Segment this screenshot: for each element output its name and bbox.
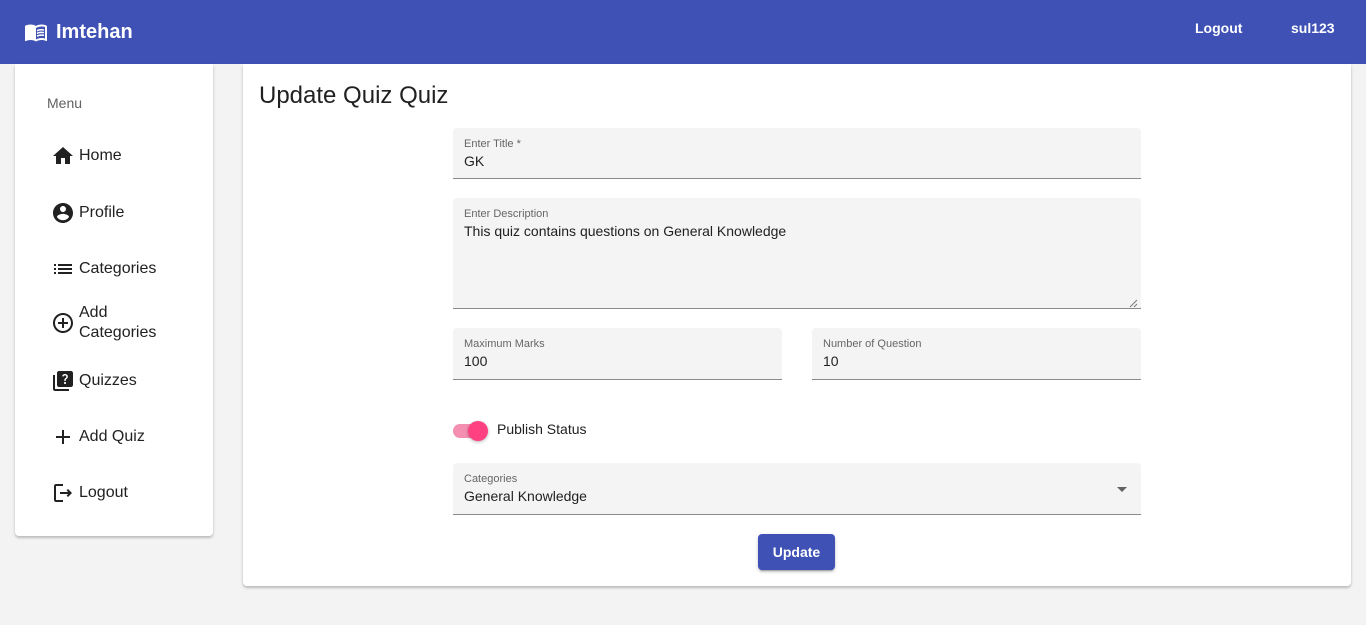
- sidebar-item-categories[interactable]: Categories: [51, 257, 201, 281]
- sidebar-item-logout[interactable]: Logout: [51, 481, 201, 505]
- brand[interactable]: Imtehan: [24, 18, 133, 46]
- resize-grip-icon[interactable]: [1128, 295, 1138, 308]
- sidebar: Menu Home Profile Categories Add Categor…: [15, 64, 213, 536]
- quiz-icon: [51, 369, 75, 393]
- list-icon: [51, 257, 75, 281]
- title-field-value[interactable]: GK: [464, 153, 484, 169]
- main-card: Update Quiz Quiz Enter Title * GK Enter …: [243, 64, 1351, 586]
- description-field-value[interactable]: This quiz contains questions on General …: [464, 223, 786, 239]
- sidebar-item-label: Logout: [79, 484, 128, 501]
- category-select-value: General Knowledge: [464, 488, 587, 504]
- description-field-label: Enter Description: [464, 208, 549, 220]
- sidebar-item-label: Profile: [79, 204, 125, 221]
- home-icon: [51, 144, 75, 168]
- sidebar-item-label: Quizzes: [79, 372, 137, 389]
- max-marks-label: Maximum Marks: [464, 338, 545, 350]
- header-logout-button[interactable]: Logout: [1195, 20, 1242, 36]
- dropdown-arrow-icon[interactable]: [1117, 487, 1127, 492]
- sidebar-item-label: Add Quiz: [79, 428, 145, 445]
- num-questions-field[interactable]: Number of Question 10: [812, 328, 1141, 380]
- book-icon: [24, 20, 48, 44]
- max-marks-value[interactable]: 100: [464, 353, 487, 369]
- publish-toggle[interactable]: [453, 419, 493, 443]
- sidebar-item-add-quiz[interactable]: Add Quiz: [51, 425, 201, 449]
- top-toolbar: Imtehan Logout sul123: [0, 0, 1366, 64]
- account-circle-icon: [51, 201, 75, 225]
- category-select-label: Categories: [464, 473, 518, 485]
- sidebar-item-home[interactable]: Home: [51, 144, 201, 168]
- add-circle-outline-icon: [51, 311, 75, 335]
- title-field-label: Enter Title *: [464, 138, 521, 150]
- num-questions-label: Number of Question: [823, 338, 922, 350]
- sidebar-item-quizzes[interactable]: Quizzes: [51, 369, 201, 393]
- username-button[interactable]: sul123: [1291, 20, 1335, 36]
- title-field[interactable]: Enter Title * GK: [453, 128, 1141, 179]
- max-marks-field[interactable]: Maximum Marks 100: [453, 328, 782, 380]
- description-field[interactable]: Enter Description This quiz contains que…: [453, 198, 1141, 309]
- sidebar-item-label: Home: [79, 147, 122, 164]
- sidebar-item-profile[interactable]: Profile: [51, 201, 201, 225]
- num-questions-value[interactable]: 10: [823, 353, 839, 369]
- toggle-thumb[interactable]: [468, 421, 488, 441]
- menu-title: Menu: [47, 95, 83, 111]
- page-title: Update Quiz Quiz: [259, 82, 449, 109]
- brand-name: Imtehan: [56, 20, 133, 43]
- category-select[interactable]: Categories General Knowledge: [453, 463, 1141, 515]
- sidebar-item-add-categories[interactable]: Add Categories: [51, 303, 201, 343]
- sidebar-item-label: Categories: [79, 260, 157, 277]
- logout-icon: [51, 481, 75, 505]
- sidebar-item-label: Add Categories: [79, 304, 157, 341]
- add-icon: [51, 425, 75, 449]
- update-button[interactable]: Update: [758, 534, 835, 570]
- publish-status-label: Publish Status: [497, 421, 587, 437]
